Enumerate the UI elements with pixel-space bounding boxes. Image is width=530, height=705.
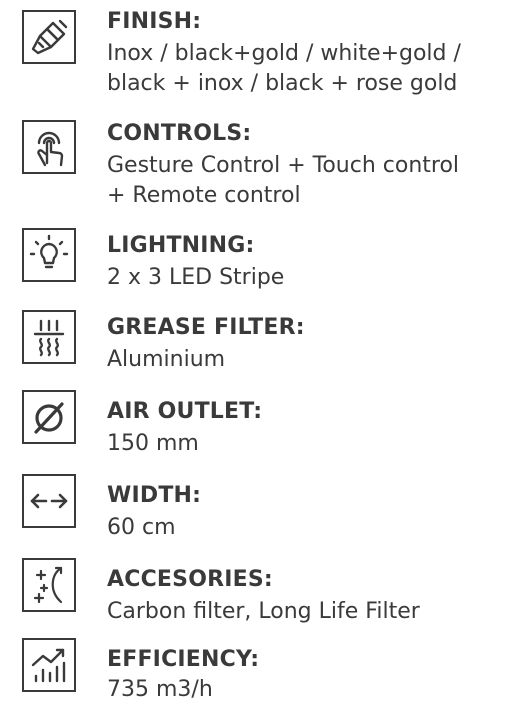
spec-value-line: 60 cm	[107, 515, 176, 540]
spec-text: GREASE FILTER: Aluminium	[107, 314, 305, 375]
spec-text: AIR OUTLET: 150 mm	[107, 398, 262, 459]
paintbrush-icon	[22, 10, 76, 64]
spec-value-line: Aluminium	[107, 347, 226, 372]
spec-label: CONTROLS:	[107, 121, 252, 146]
spec-text: ACCESORIES: Carbon filter, Long Life Fil…	[107, 566, 420, 627]
spec-value-line: + Remote control	[107, 183, 301, 208]
spec-value: Gesture Control + Touch control + Remote…	[107, 151, 459, 211]
spec-label: LIGHTNING:	[107, 233, 255, 258]
diameter-icon	[22, 390, 76, 444]
spec-value-line: Gesture Control + Touch control	[107, 153, 460, 178]
spec-value: Aluminium	[107, 345, 305, 375]
width-arrows-icon	[22, 474, 76, 528]
spec-label: EFFICIENCY:	[107, 647, 260, 672]
spec-text: CONTROLS: Gesture Control + Touch contro…	[107, 120, 459, 211]
spec-value-line: Inox / black+gold / white+gold /	[107, 41, 461, 66]
spec-text: LIGHTNING: 2 x 3 LED Stripe	[107, 232, 284, 293]
spec-value: 735 m3/h	[107, 675, 259, 705]
spec-value-line: 735 m3/h	[107, 677, 213, 702]
spec-value: Carbon filter, Long Life Filter	[107, 597, 420, 627]
spec-value: 60 cm	[107, 513, 201, 543]
spec-value-line: Carbon filter, Long Life Filter	[107, 599, 420, 624]
spec-text: WIDTH: 60 cm	[107, 482, 201, 543]
spec-text: FINISH: Inox / black+gold / white+gold /…	[107, 8, 461, 99]
spec-label: ACCESORIES:	[107, 567, 273, 592]
grease-filter-icon	[22, 310, 76, 364]
lightbulb-icon	[22, 228, 76, 282]
spec-value: 2 x 3 LED Stripe	[107, 263, 284, 293]
spec-text: EFFICIENCY: 735 m3/h	[107, 646, 259, 705]
spec-value-line: 2 x 3 LED Stripe	[107, 265, 285, 290]
spec-label: FINISH:	[107, 9, 202, 34]
spec-value-line: 150 mm	[107, 431, 199, 456]
spec-label: AIR OUTLET:	[107, 399, 263, 424]
spec-label: GREASE FILTER:	[107, 315, 305, 340]
spec-value: 150 mm	[107, 429, 262, 459]
efficiency-chart-icon	[22, 638, 76, 692]
spec-label: WIDTH:	[107, 483, 202, 508]
touch-hand-icon	[22, 120, 76, 174]
sparkle-icon	[22, 558, 76, 612]
spec-value: Inox / black+gold / white+gold / black +…	[107, 39, 461, 99]
spec-value-line: black + inox / black + rose gold	[107, 71, 458, 96]
